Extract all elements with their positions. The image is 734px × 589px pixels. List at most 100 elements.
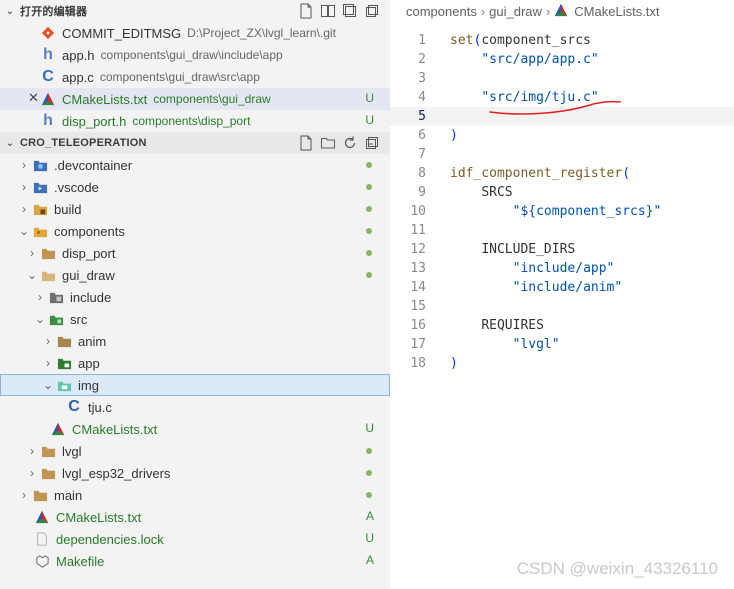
tree-label: img <box>78 377 99 393</box>
chevron-down-icon[interactable]: ⌄ <box>32 312 48 326</box>
collapse-all-icon[interactable] <box>364 135 380 151</box>
chevron-right-icon[interactable]: › <box>24 444 40 458</box>
close-all-icon[interactable] <box>364 3 380 19</box>
tree-file[interactable]: CMakeLists.txt A <box>0 506 390 528</box>
open-editors-header[interactable]: ⌄ 打开的编辑器 <box>0 0 390 22</box>
code-line[interactable]: 3 <box>390 69 734 88</box>
line-number: 4 <box>418 90 426 105</box>
git-status-badge: U <box>365 113 374 127</box>
chevron-right-icon[interactable]: › <box>16 202 32 216</box>
code-line[interactable]: 15 <box>390 297 734 316</box>
code-area[interactable]: 1 set(component_srcs 2 "src/app/app.c" 3 … <box>390 31 734 373</box>
code-line[interactable]: 12 INCLUDE_DIRS <box>390 240 734 259</box>
close-icon[interactable]: ✕ <box>28 90 39 106</box>
breadcrumb-item[interactable]: gui_draw <box>489 4 542 19</box>
tree-folder[interactable]: › lvgl_esp32_drivers <box>0 462 390 484</box>
folder-open-icon <box>40 267 56 283</box>
code-line[interactable]: 8 idf_component_register( <box>390 164 734 183</box>
tree-label: components <box>54 223 125 239</box>
code-token: component_srcs <box>481 33 591 48</box>
code-line[interactable]: 2 "src/app/app.c" <box>390 50 734 69</box>
code-token: set <box>450 33 474 48</box>
code-line[interactable]: 6) <box>390 126 734 145</box>
tree-file[interactable]: Makefile A <box>0 550 390 572</box>
folder-build-icon <box>32 201 48 217</box>
chevron-right-icon[interactable]: › <box>32 290 48 304</box>
git-status-badge: A <box>365 509 374 523</box>
open-editor-item[interactable]: h disp_port.h components\disp_port U <box>0 110 390 132</box>
code-token: ) <box>450 356 458 371</box>
new-file-icon[interactable] <box>298 135 314 151</box>
modified-dot <box>366 184 372 190</box>
code-line[interactable]: 14 "include/anim" <box>390 278 734 297</box>
chevron-down-icon[interactable]: ⌄ <box>16 224 32 238</box>
tree-file[interactable]: C tju.c <box>0 396 390 418</box>
tree-folder-open-selected[interactable]: ⌄ img <box>0 374 390 396</box>
code-line[interactable]: 7 <box>390 145 734 164</box>
tree-label: dependencies.lock <box>56 531 164 547</box>
chevron-right-icon[interactable]: › <box>40 356 56 370</box>
open-editor-item-active[interactable]: ✕ CMakeLists.txt components\gui_draw U <box>0 88 390 110</box>
breadcrumb-item[interactable]: CMakeLists.txt <box>574 4 659 19</box>
code-token: "include/anim" <box>512 280 623 295</box>
chevron-down-icon[interactable]: ⌄ <box>2 6 18 17</box>
tree-folder[interactable]: › lvgl <box>0 440 390 462</box>
chevron-right-icon[interactable]: › <box>40 334 56 348</box>
git-status-badge: U <box>365 91 374 105</box>
code-line[interactable]: 10 "${component_srcs}" <box>390 202 734 221</box>
project-header[interactable]: ⌄ CRO_TELEOPERATION <box>0 132 390 154</box>
code-line[interactable]: 1 set(component_srcs <box>390 31 734 50</box>
tree-folder-open[interactable]: ⌄ gui_draw <box>0 264 390 286</box>
line-number: 18 <box>410 356 426 371</box>
chevron-right-icon[interactable]: › <box>24 246 40 260</box>
tree-folder[interactable]: › app <box>0 352 390 374</box>
tree-folder[interactable]: › .devcontainer <box>0 154 390 176</box>
open-editor-item[interactable]: h app.h components\gui_draw\include\app <box>0 44 390 66</box>
code-editor[interactable]: components › gui_draw › CMakeLists.txt 1… <box>390 0 734 589</box>
c-file-icon: C <box>42 68 54 85</box>
chevron-down-icon[interactable]: ⌄ <box>2 138 18 149</box>
tree-folder[interactable]: › .vscode <box>0 176 390 198</box>
cmake-icon <box>50 421 66 437</box>
chevron-right-icon[interactable]: › <box>16 488 32 502</box>
tree-label: gui_draw <box>62 267 115 283</box>
tree-file[interactable]: CMakeLists.txt U <box>0 418 390 440</box>
tree-folder[interactable]: › build <box>0 198 390 220</box>
chevron-right-icon[interactable]: › <box>24 466 40 480</box>
tree-folder[interactable]: › include <box>0 286 390 308</box>
tree-label: app <box>78 355 100 371</box>
open-editor-name: app.c <box>62 69 94 85</box>
chevron-down-icon[interactable]: ⌄ <box>40 378 56 392</box>
chevron-right-icon[interactable]: › <box>16 180 32 194</box>
code-line-current[interactable]: 5 <box>390 107 734 126</box>
line-number: 6 <box>418 128 426 143</box>
code-line[interactable]: 13 "include/app" <box>390 259 734 278</box>
code-line[interactable]: 16 REQUIRES <box>390 316 734 335</box>
refresh-icon[interactable] <box>342 135 358 151</box>
folder-devcontainer-icon <box>32 157 48 173</box>
new-file-icon[interactable] <box>298 3 314 19</box>
modified-dot <box>366 162 372 168</box>
code-line[interactable]: 18) <box>390 354 734 373</box>
watermark: CSDN @weixin_43326110 <box>516 559 718 578</box>
tree-file[interactable]: dependencies.lock U <box>0 528 390 550</box>
save-all-icon[interactable] <box>342 3 358 19</box>
tree-folder[interactable]: › anim <box>0 330 390 352</box>
tree-folder[interactable]: › disp_port <box>0 242 390 264</box>
code-line[interactable]: 11 <box>390 221 734 240</box>
code-line[interactable]: 9 SRCS <box>390 183 734 202</box>
chevron-down-icon[interactable]: ⌄ <box>24 268 40 282</box>
new-folder-icon[interactable] <box>320 135 336 151</box>
code-line[interactable]: 4 "src/img/tju.c" <box>390 88 734 107</box>
open-editor-item[interactable]: COMMIT_EDITMSG D:\Project_ZX\lvgl_learn\… <box>0 22 390 44</box>
tree-folder-open[interactable]: ⌄ components <box>0 220 390 242</box>
chevron-right-icon[interactable]: › <box>16 158 32 172</box>
tree-folder-open[interactable]: ⌄ src <box>0 308 390 330</box>
open-editor-item[interactable]: C app.c components\gui_draw\src\app <box>0 66 390 88</box>
toggle-vertical-icon[interactable] <box>320 3 336 19</box>
breadcrumb-item[interactable]: components <box>406 4 477 19</box>
tree-folder[interactable]: › main <box>0 484 390 506</box>
tree-label: Makefile <box>56 553 105 569</box>
code-line[interactable]: 17 "lvgl" <box>390 335 734 354</box>
line-number: 9 <box>418 185 426 200</box>
